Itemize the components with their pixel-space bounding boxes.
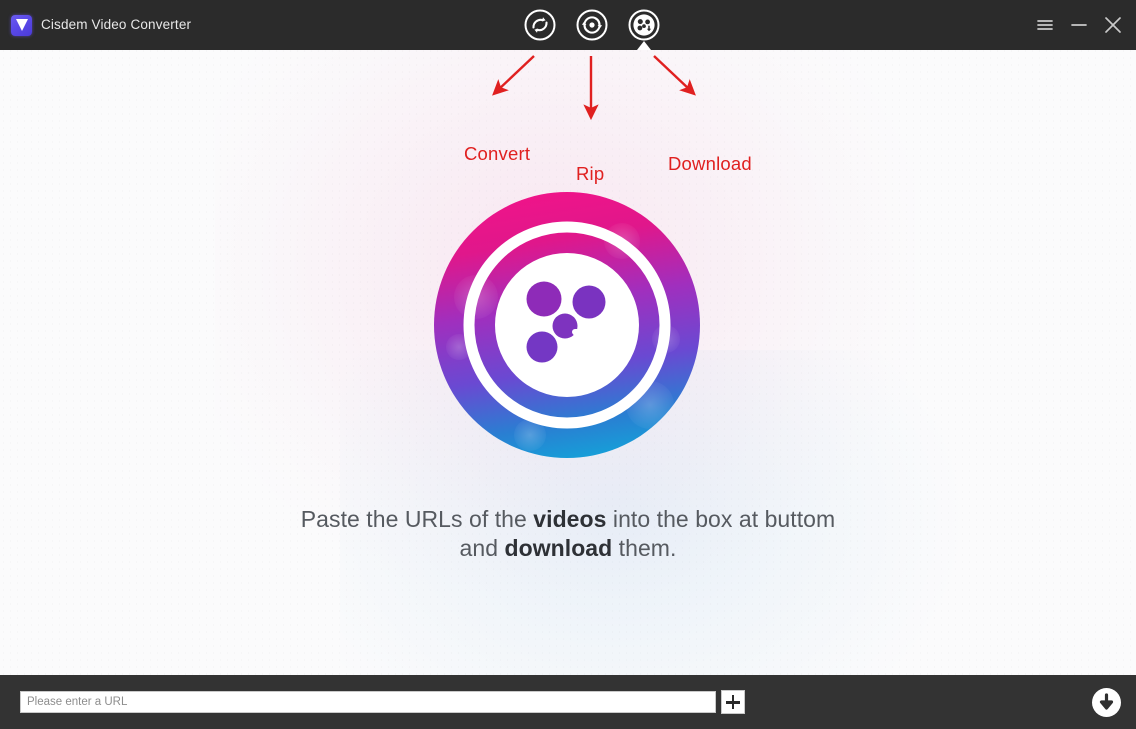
toolbar-tab-download[interactable] xyxy=(625,6,663,44)
annotation-label-rip: Rip xyxy=(576,163,605,184)
url-input[interactable] xyxy=(20,691,716,713)
rip-disc-icon xyxy=(576,9,608,41)
download-arrow-icon xyxy=(1099,693,1114,710)
menu-icon xyxy=(1037,20,1053,30)
window-menu-button[interactable] xyxy=(1032,12,1058,38)
hero-instruction-text: Paste the URLs of the videos into the bo… xyxy=(0,505,1136,563)
hero-line1-post: into the box at buttom xyxy=(606,506,836,532)
hero-logo xyxy=(434,189,700,461)
window-minimize-button[interactable] xyxy=(1066,12,1092,38)
hero-line-2: and download them. xyxy=(0,534,1136,563)
window-close-button[interactable] xyxy=(1100,12,1126,38)
minimize-icon xyxy=(1071,24,1087,26)
download-film-icon xyxy=(628,9,660,41)
toolbar-tab-rip[interactable] xyxy=(573,6,611,44)
title-bar: Cisdem Video Converter xyxy=(0,0,1136,50)
funnel-glyph xyxy=(15,19,28,31)
convert-icon xyxy=(524,9,556,41)
app-window: Cisdem Video Converter Convert Rip Downl… xyxy=(0,0,1136,729)
hero-line2-pre: and xyxy=(459,535,505,561)
active-tab-indicator xyxy=(637,41,651,50)
add-url-button[interactable] xyxy=(721,690,745,714)
annotation-label-download: Download xyxy=(668,153,752,174)
main-canvas: Convert Rip Download Paste the URLs of t… xyxy=(0,50,1136,675)
start-download-button[interactable] xyxy=(1092,688,1121,717)
hero-line2-post: them. xyxy=(612,535,677,561)
hero-line-1: Paste the URLs of the videos into the bo… xyxy=(0,505,1136,534)
hero-line2-bold: download xyxy=(504,535,613,561)
toolbar-tab-convert[interactable] xyxy=(521,6,559,44)
close-icon xyxy=(1105,17,1121,33)
annotation-label-convert: Convert xyxy=(464,143,531,164)
app-logo-icon xyxy=(11,15,32,36)
cisdem-video-downloader-logo-icon xyxy=(434,192,700,458)
app-title: Cisdem Video Converter xyxy=(41,17,192,32)
hero-line1-bold: videos xyxy=(533,506,607,532)
hero-line1-pre: Paste the URLs of the xyxy=(300,506,534,532)
